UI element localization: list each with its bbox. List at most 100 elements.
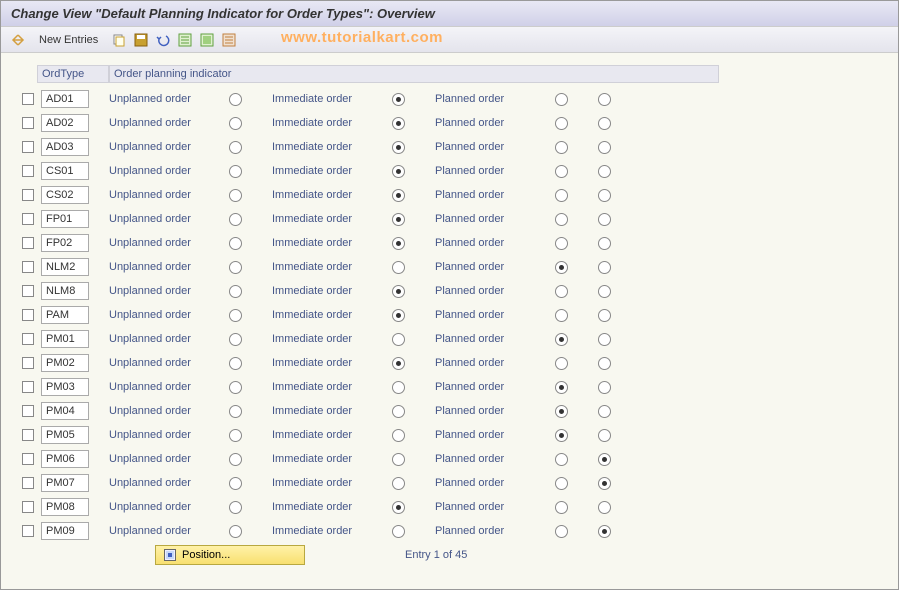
select-block-icon[interactable] bbox=[198, 31, 216, 49]
row-checkbox[interactable] bbox=[22, 309, 34, 321]
radio-unplanned[interactable] bbox=[229, 429, 242, 442]
row-checkbox[interactable] bbox=[22, 237, 34, 249]
radio-extra[interactable] bbox=[598, 93, 611, 106]
toggle-icon[interactable] bbox=[9, 31, 27, 49]
radio-extra[interactable] bbox=[598, 285, 611, 298]
radio-planned[interactable] bbox=[555, 333, 568, 346]
radio-unplanned[interactable] bbox=[229, 477, 242, 490]
radio-unplanned[interactable] bbox=[229, 333, 242, 346]
radio-extra[interactable] bbox=[598, 261, 611, 274]
row-checkbox[interactable] bbox=[22, 117, 34, 129]
ordtype-field[interactable]: PM07 bbox=[41, 474, 89, 492]
row-checkbox[interactable] bbox=[22, 381, 34, 393]
radio-immediate[interactable] bbox=[392, 477, 405, 490]
ordtype-field[interactable]: PM01 bbox=[41, 330, 89, 348]
radio-immediate[interactable] bbox=[392, 117, 405, 130]
radio-planned[interactable] bbox=[555, 525, 568, 538]
radio-extra[interactable] bbox=[598, 117, 611, 130]
radio-extra[interactable] bbox=[598, 453, 611, 466]
row-checkbox[interactable] bbox=[22, 333, 34, 345]
radio-planned[interactable] bbox=[555, 141, 568, 154]
radio-immediate[interactable] bbox=[392, 237, 405, 250]
row-checkbox[interactable] bbox=[22, 261, 34, 273]
radio-extra[interactable] bbox=[598, 501, 611, 514]
radio-immediate[interactable] bbox=[392, 213, 405, 226]
radio-immediate[interactable] bbox=[392, 333, 405, 346]
row-checkbox[interactable] bbox=[22, 93, 34, 105]
copy-icon[interactable] bbox=[110, 31, 128, 49]
ordtype-field[interactable]: FP01 bbox=[41, 210, 89, 228]
radio-planned[interactable] bbox=[555, 429, 568, 442]
ordtype-field[interactable]: NLM8 bbox=[41, 282, 89, 300]
radio-immediate[interactable] bbox=[392, 189, 405, 202]
ordtype-field[interactable]: PM09 bbox=[41, 522, 89, 540]
radio-unplanned[interactable] bbox=[229, 189, 242, 202]
radio-unplanned[interactable] bbox=[229, 93, 242, 106]
radio-extra[interactable] bbox=[598, 189, 611, 202]
row-checkbox[interactable] bbox=[22, 213, 34, 225]
radio-extra[interactable] bbox=[598, 165, 611, 178]
new-entries-button[interactable]: New Entries bbox=[31, 32, 106, 48]
ordtype-field[interactable]: AD01 bbox=[41, 90, 89, 108]
radio-planned[interactable] bbox=[555, 357, 568, 370]
radio-immediate[interactable] bbox=[392, 141, 405, 154]
undo-icon[interactable] bbox=[154, 31, 172, 49]
radio-unplanned[interactable] bbox=[229, 165, 242, 178]
radio-extra[interactable] bbox=[598, 381, 611, 394]
radio-planned[interactable] bbox=[555, 189, 568, 202]
ordtype-field[interactable]: CS02 bbox=[41, 186, 89, 204]
radio-extra[interactable] bbox=[598, 141, 611, 154]
radio-planned[interactable] bbox=[555, 477, 568, 490]
ordtype-field[interactable]: PM03 bbox=[41, 378, 89, 396]
row-checkbox[interactable] bbox=[22, 453, 34, 465]
radio-unplanned[interactable] bbox=[229, 525, 242, 538]
radio-unplanned[interactable] bbox=[229, 309, 242, 322]
ordtype-field[interactable]: PAM bbox=[41, 306, 89, 324]
ordtype-field[interactable]: NLM2 bbox=[41, 258, 89, 276]
row-checkbox[interactable] bbox=[22, 357, 34, 369]
radio-planned[interactable] bbox=[555, 117, 568, 130]
radio-planned[interactable] bbox=[555, 405, 568, 418]
ordtype-field[interactable]: PM08 bbox=[41, 498, 89, 516]
radio-extra[interactable] bbox=[598, 237, 611, 250]
radio-planned[interactable] bbox=[555, 237, 568, 250]
radio-immediate[interactable] bbox=[392, 429, 405, 442]
radio-immediate[interactable] bbox=[392, 309, 405, 322]
radio-planned[interactable] bbox=[555, 381, 568, 394]
radio-immediate[interactable] bbox=[392, 381, 405, 394]
ordtype-field[interactable]: PM02 bbox=[41, 354, 89, 372]
radio-planned[interactable] bbox=[555, 261, 568, 274]
radio-extra[interactable] bbox=[598, 477, 611, 490]
radio-unplanned[interactable] bbox=[229, 261, 242, 274]
radio-immediate[interactable] bbox=[392, 285, 405, 298]
radio-unplanned[interactable] bbox=[229, 381, 242, 394]
radio-planned[interactable] bbox=[555, 309, 568, 322]
ordtype-field[interactable]: CS01 bbox=[41, 162, 89, 180]
row-checkbox[interactable] bbox=[22, 141, 34, 153]
radio-immediate[interactable] bbox=[392, 453, 405, 466]
radio-immediate[interactable] bbox=[392, 261, 405, 274]
radio-unplanned[interactable] bbox=[229, 141, 242, 154]
ordtype-field[interactable]: AD03 bbox=[41, 138, 89, 156]
ordtype-field[interactable]: PM04 bbox=[41, 402, 89, 420]
radio-planned[interactable] bbox=[555, 453, 568, 466]
radio-immediate[interactable] bbox=[392, 165, 405, 178]
radio-planned[interactable] bbox=[555, 285, 568, 298]
position-button[interactable]: Position... bbox=[155, 545, 305, 565]
radio-planned[interactable] bbox=[555, 501, 568, 514]
radio-planned[interactable] bbox=[555, 93, 568, 106]
radio-extra[interactable] bbox=[598, 213, 611, 226]
radio-planned[interactable] bbox=[555, 213, 568, 226]
row-checkbox[interactable] bbox=[22, 429, 34, 441]
deselect-icon[interactable] bbox=[220, 31, 238, 49]
radio-unplanned[interactable] bbox=[229, 501, 242, 514]
ordtype-field[interactable]: PM05 bbox=[41, 426, 89, 444]
row-checkbox[interactable] bbox=[22, 405, 34, 417]
radio-unplanned[interactable] bbox=[229, 453, 242, 466]
radio-immediate[interactable] bbox=[392, 525, 405, 538]
radio-unplanned[interactable] bbox=[229, 213, 242, 226]
radio-unplanned[interactable] bbox=[229, 405, 242, 418]
radio-unplanned[interactable] bbox=[229, 117, 242, 130]
ordtype-field[interactable]: PM06 bbox=[41, 450, 89, 468]
row-checkbox[interactable] bbox=[22, 525, 34, 537]
